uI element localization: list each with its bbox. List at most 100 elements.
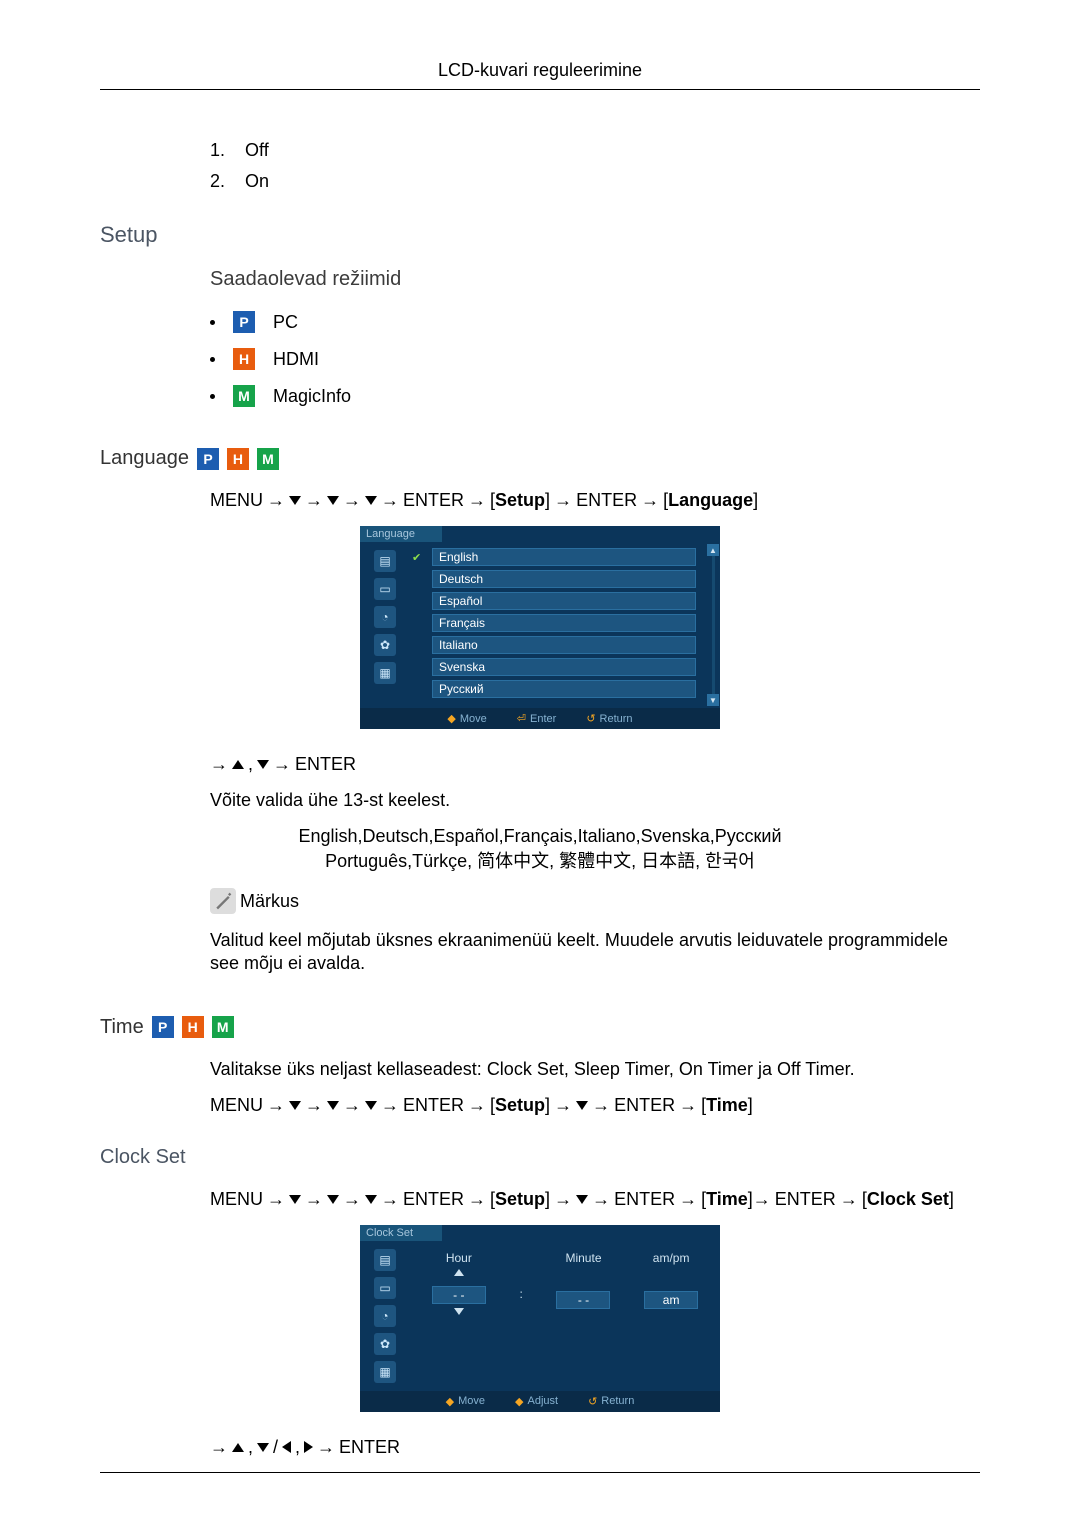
mode-pc-icon: P [152, 1016, 174, 1038]
osd-tab-picture-icon[interactable]: ▤ [374, 1249, 396, 1271]
bullet-icon [210, 320, 215, 325]
nav-setup: Setup [495, 1189, 545, 1209]
mode-label: PC [273, 312, 298, 333]
clock-minute-label: Minute [556, 1251, 610, 1265]
language-option[interactable]: ✔ English [412, 548, 696, 566]
bullet-icon [210, 357, 215, 362]
language-label: English [432, 548, 696, 566]
osd-tab-display-icon[interactable]: ▭ [374, 578, 396, 600]
mode-hdmi-icon: H [182, 1016, 204, 1038]
nav-setup: Setup [495, 1095, 545, 1115]
clock-hour-col: Hour - - [432, 1251, 486, 1315]
clockset-osd: Clock Set ▤ ▭ ◔ ✿ ▦ Hour - - [360, 1225, 720, 1412]
nav-menu: MENU [210, 1189, 263, 1210]
page-title: LCD-kuvari reguleerimine [100, 60, 980, 90]
clock-ampm-col: am/pm am [644, 1251, 698, 1309]
clockset-nav-sequence: MENU → → → → ENTER → [Setup] → → ENTER →… [210, 1189, 980, 1210]
nav-enter: ENTER [403, 1189, 464, 1210]
languages-line-2: Português,Türkçe, 简体中文, 繁體中文, 日本語, 한국어 [100, 847, 980, 873]
down-icon [576, 1195, 588, 1204]
footer-return: ↺Return [586, 712, 632, 725]
arrow-right-icon: → [305, 490, 323, 511]
language-label: Español [432, 592, 696, 610]
footer-move: ◆Move [447, 712, 486, 725]
arrow-right-icon: → [267, 1095, 285, 1116]
arrow-right-icon: → [305, 1095, 323, 1116]
osd-tab-settings-icon[interactable]: ✿ [374, 1333, 396, 1355]
nav-time: Time [706, 1189, 748, 1209]
arrow-right-icon: → [381, 490, 399, 511]
down-icon [257, 760, 269, 769]
osd-tab-display-icon[interactable]: ▭ [374, 1277, 396, 1299]
time-mode: Off Timer [777, 1059, 850, 1079]
clock-ampm-value[interactable]: am [644, 1291, 698, 1309]
down-icon [365, 1195, 377, 1204]
arrow-right-icon: → [210, 1437, 228, 1458]
osd-tab-picture-icon[interactable]: ▤ [374, 550, 396, 572]
nav-enter: ENTER [775, 1189, 836, 1210]
scroll-up-icon[interactable]: ▲ [707, 544, 719, 556]
language-nav-sequence: MENU → → → → ENTER → [Setup] → ENTER → [… [210, 490, 980, 511]
list-number: 1. [210, 140, 225, 161]
nav-menu: MENU [210, 490, 263, 511]
arrow-right-icon: → [641, 490, 659, 511]
osd-sidebar: ▤ ▭ ◔ ✿ ▦ [360, 1241, 410, 1391]
down-icon [257, 1443, 269, 1452]
osd-tab-misc-icon[interactable]: ▦ [374, 662, 396, 684]
languages-line-1: English,Deutsch,Español,Français,Italian… [100, 826, 980, 847]
arrow-right-icon: → [592, 1189, 610, 1210]
language-option[interactable]: Svenska [412, 658, 696, 676]
return-icon: ↺ [586, 712, 595, 725]
arrow-right-icon: → [305, 1189, 323, 1210]
enter-icon: ⏎ [517, 712, 526, 725]
mode-label: HDMI [273, 349, 319, 370]
language-option[interactable]: Italiano [412, 636, 696, 654]
up-icon [232, 760, 244, 769]
arrow-right-icon: → [468, 1189, 486, 1210]
arrow-right-icon: → [468, 490, 486, 511]
adjust-icon: ◆ [515, 1395, 523, 1408]
nav-clockset: Clock Set [867, 1189, 949, 1209]
down-icon [365, 1101, 377, 1110]
move-icon: ◆ [447, 712, 455, 725]
osd-tab-settings-icon[interactable]: ✿ [374, 634, 396, 656]
down-icon [576, 1101, 588, 1110]
nav-enter: ENTER [403, 490, 464, 511]
time-mode: Sleep Timer [574, 1059, 669, 1079]
arrow-right-icon: → [592, 1095, 610, 1116]
osd-tab-power-icon[interactable]: ◔ [374, 606, 396, 628]
clockset-heading: Clock Set [100, 1146, 980, 1169]
osd-title: Clock Set [360, 1225, 442, 1241]
osd-scrollbar[interactable]: ▲ ▼ [706, 542, 720, 708]
clock-hour-value[interactable]: - - [432, 1286, 486, 1304]
nav-enter: ENTER [614, 1189, 675, 1210]
down-icon [289, 496, 301, 505]
language-option[interactable]: Русский [412, 680, 696, 698]
nav-enter: ENTER [339, 1437, 400, 1458]
language-option[interactable]: Español [412, 592, 696, 610]
check-icon: ✔ [412, 551, 426, 564]
nav-enter: ENTER [614, 1095, 675, 1116]
osd-tab-power-icon[interactable]: ◔ [374, 1305, 396, 1327]
language-label: Italiano [432, 636, 696, 654]
mode-pc-icon: P [233, 311, 255, 333]
time-mode: On Timer [679, 1059, 753, 1079]
language-label: Svenska [432, 658, 696, 676]
down-icon[interactable] [454, 1308, 464, 1315]
scroll-down-icon[interactable]: ▼ [707, 694, 719, 706]
language-option[interactable]: Deutsch [412, 570, 696, 588]
up-icon[interactable] [454, 1269, 464, 1276]
list-number: 2. [210, 171, 225, 192]
mode-hdmi-icon: H [227, 448, 249, 470]
clock-hour-label: Hour [432, 1251, 486, 1265]
language-nav2: → , → ENTER [210, 754, 980, 775]
nav-enter: ENTER [403, 1095, 464, 1116]
nav-enter: ENTER [576, 490, 637, 511]
clock-colon: : [519, 1287, 522, 1315]
nav-setup: Setup [495, 490, 545, 510]
clock-minute-value[interactable]: - - [556, 1291, 610, 1309]
osd-tab-misc-icon[interactable]: ▦ [374, 1361, 396, 1383]
mode-pc-icon: P [197, 448, 219, 470]
language-option[interactable]: Français [412, 614, 696, 632]
time-intro: Valitakse üks neljast kellaseadest: Cloc… [210, 1059, 980, 1080]
